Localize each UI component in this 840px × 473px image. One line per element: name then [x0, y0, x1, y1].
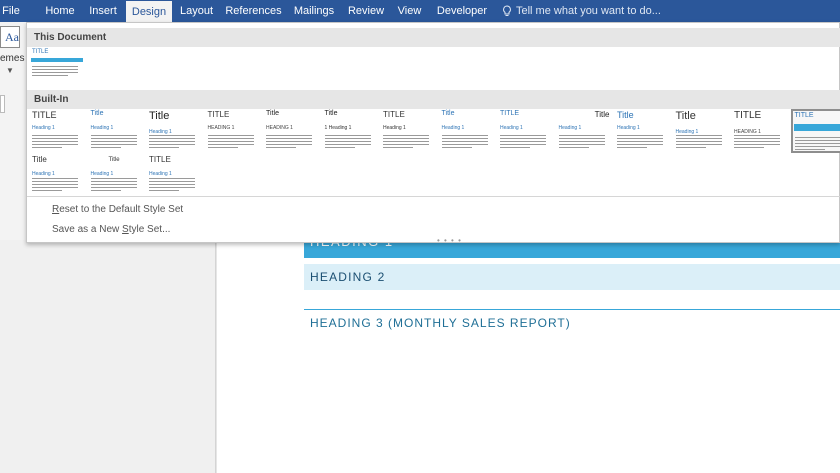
thumb-title: Title	[594, 110, 610, 119]
this-document-header: This Document	[27, 28, 840, 47]
themes-label[interactable]: emes	[0, 53, 24, 64]
tab-layout[interactable]: Layout	[175, 0, 218, 22]
thumb-title: Title	[32, 155, 47, 164]
style-thumb-builtin[interactable]: Title Heading 1	[89, 154, 144, 198]
tab-view[interactable]: View	[393, 0, 426, 22]
thumb-title: Title	[324, 110, 338, 117]
ribbon-tab-bar: File Home Insert Design Layout Reference…	[0, 0, 840, 22]
style-thumb-builtin[interactable]: Title Heading 1	[147, 109, 202, 153]
style-thumb-builtin[interactable]: TITLE HEADING 1	[206, 109, 261, 153]
style-thumb-builtin[interactable]: TITLE Heading 1	[381, 109, 436, 153]
tab-file[interactable]: File	[0, 0, 22, 22]
thumb-title: TITLE	[32, 110, 57, 120]
style-thumb-builtin[interactable]: Title Heading 1	[89, 109, 144, 153]
thumb-heading: Heading 1	[441, 125, 465, 131]
style-thumb-builtin[interactable]: TITLE Heading 1	[498, 109, 553, 153]
themes-icon[interactable]: Aa	[0, 26, 20, 48]
thumb-title: Title	[617, 110, 634, 120]
heading2-text[interactable]: HEADING 2	[310, 270, 385, 284]
thumb-heading: Heading 1	[558, 125, 582, 131]
style-thumb-builtin[interactable]: TITLE Heading 1	[147, 154, 202, 198]
tab-review[interactable]: Review	[344, 0, 388, 22]
navigation-pane	[0, 240, 216, 473]
style-thumb-builtin[interactable]: Title Heading 1	[557, 109, 612, 153]
thumb-title: Title	[90, 110, 104, 117]
thumb-title: TITLE	[794, 112, 814, 119]
navigation-pane-edge	[0, 95, 5, 113]
style-thumb-builtin[interactable]: Title Heading 1	[30, 154, 85, 198]
thumb-title: TITLE	[500, 110, 520, 117]
thumb-title: Title	[441, 110, 455, 117]
thumb-title: TITLE	[207, 110, 230, 119]
thumb-heading: Heading 1	[32, 171, 55, 177]
thumb-heading: Heading 1	[90, 171, 114, 177]
thumb-heading: Heading 1	[500, 125, 523, 131]
thumb-heading: Heading 1	[90, 125, 114, 131]
thumb-heading: Heading 1	[383, 125, 406, 131]
thumb-title: TITLE	[734, 110, 762, 121]
thumb-heading: Heading 1	[617, 125, 640, 131]
built-in-header: Built-In	[27, 90, 840, 109]
heading3-rule	[304, 309, 840, 310]
thumb-heading: Heading 1	[149, 171, 172, 177]
save-style-set-item[interactable]: Save as a New Style Set...	[52, 224, 170, 235]
style-thumb-builtin[interactable]: TITLE HEADING 1	[732, 109, 787, 153]
style-thumb-builtin[interactable]: TITLE Heading 1	[30, 109, 85, 153]
style-set-gallery: This Document TITLE Built-In TITLE Headin…	[26, 22, 840, 245]
gallery-separator	[27, 196, 840, 197]
thumb-title: TITLE	[383, 110, 405, 119]
thumb-accent-bar	[31, 58, 83, 62]
tab-design[interactable]: Design	[126, 1, 172, 22]
thumb-title: TITLE	[149, 155, 171, 164]
thumb-title: Title	[149, 110, 170, 122]
thumb-heading: HEADING 1	[207, 125, 235, 131]
tab-mailings[interactable]: Mailings	[289, 0, 339, 22]
lightbulb-icon	[503, 5, 511, 16]
style-thumb-builtin[interactable]: Title Heading 1	[674, 109, 729, 153]
style-thumb-this-document[interactable]: TITLE	[30, 48, 85, 92]
style-thumb-builtin[interactable]: Title Heading 1	[615, 109, 670, 153]
tell-me-text: Tell me what you want to do...	[516, 5, 661, 17]
thumb-heading: Heading 1	[32, 125, 55, 131]
thumb-title: Title	[108, 157, 120, 163]
tab-home[interactable]: Home	[41, 0, 79, 22]
style-thumb-builtin[interactable]: Title Heading 1	[440, 109, 495, 153]
reset-style-set-item[interactable]: Reset to the Default Style Set	[52, 204, 183, 215]
tab-developer[interactable]: Developer	[431, 0, 493, 22]
style-thumb-builtin[interactable]: Title 1 Heading 1	[323, 109, 378, 153]
resize-grip[interactable]: • • • •	[437, 236, 462, 245]
chevron-down-icon[interactable]: ▼	[6, 66, 14, 75]
style-thumb-builtin[interactable]: Title HEADING 1	[264, 109, 319, 153]
style-thumb-builtin[interactable]: TITLE	[790, 109, 840, 153]
thumb-title: TITLE	[32, 49, 49, 55]
thumb-title: Title	[266, 110, 279, 117]
thumb-heading: HEADING 1	[266, 125, 293, 131]
thumb-heading: 1 Heading 1	[324, 125, 352, 131]
tab-references[interactable]: References	[223, 0, 284, 22]
thumb-title: Title	[675, 110, 696, 122]
tab-insert[interactable]: Insert	[83, 0, 123, 22]
heading3-text[interactable]: HEADING 3 (MONTHLY SALES REPORT)	[310, 316, 571, 330]
